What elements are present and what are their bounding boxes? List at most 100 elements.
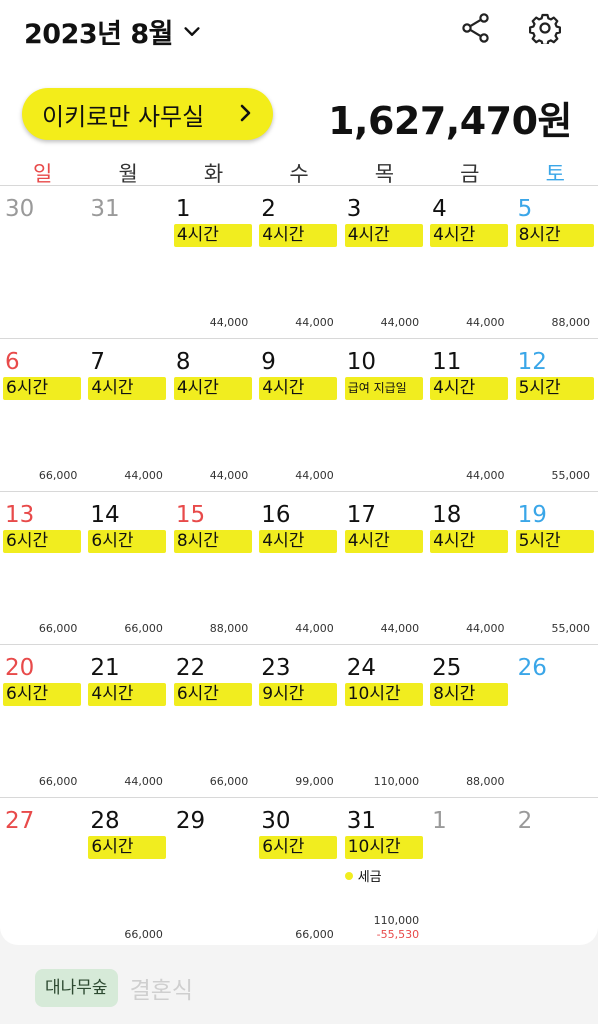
pay-amount: 66,000 [209,775,249,788]
day-number: 19 [517,502,547,528]
calendar-day-cell[interactable]: 7 4시간 44,000 [85,339,170,491]
calendar-day-cell[interactable]: 30 6시간 66,000 [256,798,341,950]
calendar-day-cell[interactable]: 6 6시간 66,000 [0,339,85,491]
work-hours-tag: 8시간 [430,683,509,706]
calendar-day-cell[interactable]: 20 6시간 66,000 [0,645,85,797]
calendar-day-cell[interactable]: 8 4시간 44,000 [171,339,256,491]
day-number: 23 [261,655,291,681]
calendar-day-cell[interactable]: 26 [513,645,598,797]
day-amount: 44,000 [466,622,505,636]
day-number: 14 [90,502,120,528]
day-number: 1 [432,808,447,834]
day-amount: 66,000 [39,622,78,636]
calendar-day-cell[interactable]: 14 6시간 66,000 [85,492,170,644]
calendar-day-cell[interactable]: 28 6시간 66,000 [85,798,170,950]
calendar-day-cell[interactable]: 3 4시간 44,000 [342,186,427,338]
calendar-day-cell[interactable]: 24 10시간 110,000 [342,645,427,797]
work-hours-tag: 6시간 [173,683,252,706]
day-amount: 44,000 [124,775,163,789]
day-number: 18 [432,502,462,528]
calendar-day-cell[interactable]: 1 4시간 44,000 [171,186,256,338]
calendar-day-cell[interactable]: 30 [0,186,85,338]
day-number: 27 [5,808,35,834]
weekday-label: 목 [374,162,395,186]
weekday-label: 금 [460,162,480,186]
pay-amount: 88,000 [209,622,249,635]
day-number: 1 [175,196,191,222]
day-amount: 44,000 [210,469,249,483]
day-amount: 44,000 [381,622,420,636]
day-amount: 66,000 [39,775,78,789]
calendar-day-cell[interactable]: 19 5시간 55,000 [513,492,598,644]
calendar-day-cell[interactable]: 27 [0,798,85,950]
calendar-day-cell[interactable]: 16 4시간 44,000 [256,492,341,644]
calendar-day-cell[interactable]: 9 4시간 44,000 [256,339,341,491]
calendar-day-cell[interactable]: 17 4시간 44,000 [342,492,427,644]
calendar-day-cell[interactable]: 15 8시간 88,000 [171,492,256,644]
day-amount: 66,000 [295,928,334,942]
day-number: 31 [90,196,120,222]
month-selector[interactable]: 2023년 8월 [24,12,203,51]
day-number: 9 [261,349,276,375]
work-hours-tag: 4시간 [344,224,423,247]
day-amount: 44,000 [295,622,334,636]
day-amount: 55,000 [551,622,590,636]
calendar-day-cell[interactable]: 4 4시간 44,000 [427,186,512,338]
day-amount: 99,000 [295,775,334,789]
work-hours-tag: 8시간 [515,224,594,247]
share-icon[interactable] [460,12,492,44]
calendar-day-cell[interactable]: 21 4시간 44,000 [85,645,170,797]
weekday-label: 월 [118,162,138,186]
pay-amount: 88,000 [551,316,590,329]
day-amount: 110,000 [374,775,420,789]
pay-amount: 55,000 [551,469,590,482]
workplace-button[interactable]: 이키로만 사무실 [22,88,273,140]
calendar-day-cell[interactable]: 23 9시간 99,000 [256,645,341,797]
calendar-day-cell[interactable]: 1 [427,798,512,950]
calendar-day-cell[interactable]: 5 8시간 88,000 [513,186,598,338]
day-number: 8 [175,349,191,375]
day-amount: 88,000 [551,316,590,330]
calendar-day-cell[interactable]: 25 8시간 88,000 [427,645,512,797]
calendar-week: 27 28 6시간 66,000 29 30 6시간 66,000 31 10시간 세금 110,00… [0,797,598,950]
day-number: 10 [346,349,376,375]
calendar-panel: 2023년 8월 이키로만 사무실 1,627,470원 일 월 화 수 목 금… [0,0,598,945]
calendar-day-cell[interactable]: 10 급여 지급일 [342,339,427,491]
day-number: 2 [517,808,533,834]
pay-amount: 44,000 [295,469,334,482]
note-dot-icon [344,871,353,880]
calendar-day-cell[interactable]: 29 [171,798,256,950]
calendar-day-cell[interactable]: 2 [513,798,598,950]
day-number: 12 [517,349,547,375]
calendar-day-cell[interactable]: 11 4시간 44,000 [427,339,512,491]
work-hours-tag: 6시간 [88,530,167,553]
calendar-day-cell[interactable]: 22 6시간 66,000 [171,645,256,797]
day-number: 30 [5,196,35,222]
work-hours-tag: 4시간 [173,377,252,400]
gear-icon[interactable] [529,12,561,44]
work-hours-tag: 10시간 [344,683,423,706]
calendar-day-cell[interactable]: 31 [85,186,170,338]
pay-amount: 44,000 [466,316,505,329]
day-number: 30 [261,808,291,834]
day-number: 28 [90,808,120,834]
tag-text[interactable]: 결혼식 [130,971,193,1005]
pay-amount: 110,000 [373,775,420,788]
calendar-day-cell[interactable]: 2 4시간 44,000 [256,186,341,338]
day-number: 15 [175,502,206,528]
day-number: 17 [346,502,376,528]
pay-amount: 66,000 [124,928,163,941]
day-number: 4 [432,196,447,222]
day-number: 2 [261,196,276,222]
calendar-day-cell[interactable]: 18 4시간 44,000 [427,492,512,644]
work-hours-tag: 5시간 [515,377,594,400]
work-hours-tag: 4시간 [430,377,509,400]
pay-amount: 66,000 [295,928,334,941]
workplace-name: 이키로만 사무실 [42,102,205,131]
calendar-day-cell[interactable]: 31 10시간 세금 110,000 -55,530 [342,798,427,950]
tag-chip[interactable]: 대나무숲 [35,969,118,1007]
day-number: 3 [346,196,362,222]
calendar-day-cell[interactable]: 13 6시간 66,000 [0,492,85,644]
calendar-day-cell[interactable]: 12 5시간 55,000 [513,339,598,491]
calendar-week: 30 31 1 4시간 44,000 2 4시간 44,000 3 4시간 44,000 4 4시간 44… [0,185,598,338]
